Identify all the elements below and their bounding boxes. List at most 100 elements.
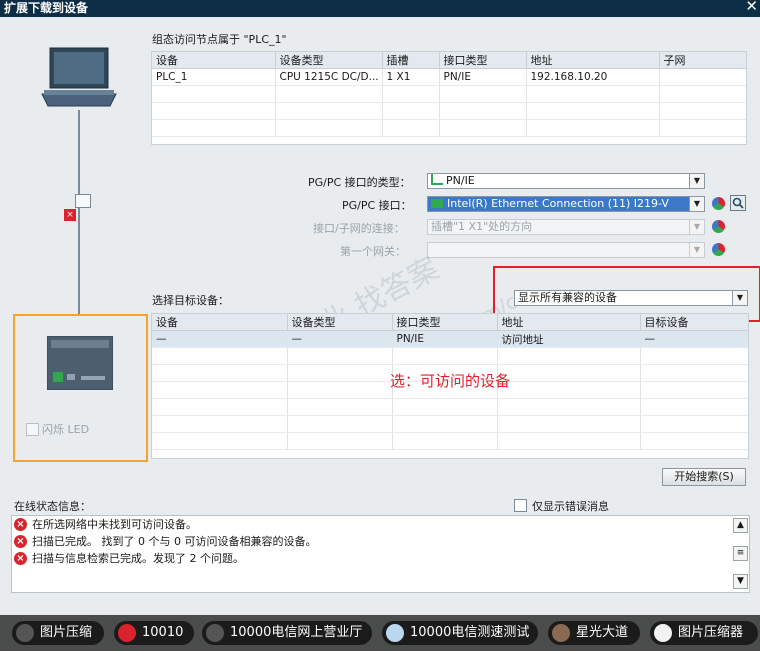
flash-led-checkbox[interactable]	[26, 423, 39, 436]
chevron-down-icon[interactable]: ▼	[732, 291, 747, 305]
subnet-conn-value: 插槽"1 X1"处的方向	[431, 220, 533, 233]
flash-led-label: 闪烁 LED	[42, 423, 90, 436]
scroll-up-icon[interactable]: ▲	[733, 518, 748, 533]
table-cell: CPU 1215C DC/D...	[275, 68, 383, 86]
access-nodes-caption: 组态访问节点属于 "PLC_1"	[152, 33, 287, 46]
table-row	[152, 85, 746, 103]
gateway-select[interactable]: ▼	[427, 242, 705, 258]
image-compress-icon	[16, 624, 34, 642]
column-header: 设备	[152, 314, 288, 331]
table-cell	[659, 68, 746, 86]
table-row	[152, 398, 748, 416]
annotation-text: 选：可访问的设备	[390, 372, 511, 390]
column-header: 子网	[659, 52, 746, 69]
taskbar-item[interactable]: 星光大道	[548, 621, 640, 645]
image-compressor-icon	[654, 624, 672, 642]
properties-icon[interactable]	[712, 197, 725, 210]
table-cell: —	[152, 330, 288, 348]
network-line	[78, 110, 80, 315]
table-row	[152, 415, 748, 433]
table-cell: 1 X1	[382, 68, 440, 86]
table-cell: —	[287, 330, 393, 348]
table-cell: 访问地址	[497, 330, 641, 348]
only-errors-label: 仅显示错误消息	[532, 500, 609, 513]
taskbar-item[interactable]: 10000电信测速测试	[382, 621, 538, 645]
device-filter-value: 显示所有兼容的设备	[518, 291, 617, 304]
table-header-row: 设备 设备类型 插槽 接口类型 地址 子网	[152, 52, 746, 69]
target-device-label: 选择目标设备：	[152, 294, 229, 307]
chevron-down-icon[interactable]: ▼	[689, 197, 704, 211]
table-cell: PLC_1	[152, 68, 276, 86]
taskbar-item[interactable]: 图片压缩	[12, 621, 104, 645]
taskbar-item[interactable]: 10000电信网上营业厅	[202, 621, 372, 645]
scroll-down-icon[interactable]: ▼	[733, 574, 748, 589]
list-item: × 扫描与信息检索已完成。发现了 2 个问题。	[12, 550, 749, 567]
window-title: 扩展下载到设备	[4, 1, 89, 15]
subnet-conn-label: 接口/子网的连接：	[313, 222, 405, 235]
plc-device-icon	[46, 335, 114, 391]
target-device-panel: 闪烁 LED	[13, 314, 148, 462]
column-header: 设备类型	[287, 314, 393, 331]
properties-icon[interactable]	[712, 220, 725, 233]
column-header: 插槽	[382, 52, 440, 69]
column-header: 地址	[526, 52, 660, 69]
pgpc-iface-label: PG/PC 接口：	[342, 199, 412, 212]
speedtest-icon	[386, 624, 404, 642]
pgpc-iface-select[interactable]: Intel(R) Ethernet Connection (11) I219-V…	[427, 196, 705, 212]
pg-laptop-icon	[40, 46, 118, 110]
network-icon	[431, 174, 443, 185]
column-header: 接口类型	[392, 314, 498, 331]
status-label: 在线状态信息：	[14, 500, 91, 513]
start-search-button[interactable]: 开始搜索(S)	[662, 468, 746, 486]
only-errors-checkbox[interactable]	[514, 499, 527, 512]
video-icon	[552, 624, 570, 642]
column-header: 设备	[152, 52, 276, 69]
pgpc-type-select[interactable]: PN/IE ▼	[427, 173, 705, 189]
column-header: 目标设备	[640, 314, 748, 331]
port-icon	[75, 194, 91, 208]
connection-error-icon: ×	[64, 209, 76, 221]
table-row[interactable]: — — PN/IE 访问地址 —	[152, 330, 748, 348]
status-log: × 在所选网络中未找到可访问设备。 × 扫描已完成。 找到了 0 个与 0 可访问设…	[11, 515, 750, 593]
taskbar-item[interactable]: 10010	[114, 621, 194, 645]
table-cell: PN/IE	[439, 68, 527, 86]
gateway-label: 第一个网关：	[340, 245, 406, 258]
table-cell: PN/IE	[392, 330, 498, 348]
pgpc-iface-value: Intel(R) Ethernet Connection (11) I219-V	[447, 197, 669, 210]
search-icon[interactable]	[730, 195, 746, 211]
unicom-icon	[118, 624, 136, 642]
telecom-icon	[206, 624, 224, 642]
chevron-down-icon[interactable]: ▼	[689, 174, 704, 188]
table-row	[152, 119, 746, 137]
table-cell: 192.168.10.20	[526, 68, 660, 86]
scroll-menu-icon[interactable]: ≡	[733, 546, 748, 561]
taskbar: 图片压缩 10010 10000电信网上营业厅 10000电信测速测试 星光大道…	[0, 615, 760, 651]
table-row	[152, 102, 746, 120]
title-bar: 扩展下载到设备 ✕	[0, 0, 760, 17]
taskbar-item[interactable]: 图片压缩器	[650, 621, 758, 645]
chevron-down-icon[interactable]: ▼	[689, 243, 704, 257]
table-row[interactable]: PLC_1 CPU 1215C DC/D... 1 X1 PN/IE 192.1…	[152, 68, 746, 86]
device-filter-select[interactable]: 显示所有兼容的设备 ▼	[514, 290, 748, 306]
column-header: 接口类型	[439, 52, 527, 69]
error-icon: ×	[14, 518, 27, 531]
table-row	[152, 347, 748, 365]
properties-icon[interactable]	[712, 243, 725, 256]
subnet-conn-select[interactable]: 插槽"1 X1"处的方向 ▼	[427, 219, 705, 235]
pgpc-type-value: PN/IE	[446, 174, 475, 187]
chevron-down-icon[interactable]: ▼	[689, 220, 704, 234]
error-icon: ×	[14, 552, 27, 565]
access-nodes-table: 设备 设备类型 插槽 接口类型 地址 子网 PLC_1 CPU 1215C DC…	[152, 52, 746, 137]
close-icon[interactable]: ✕	[745, 0, 758, 15]
access-nodes-table-wrap: 设备 设备类型 插槽 接口类型 地址 子网 PLC_1 CPU 1215C DC…	[151, 51, 747, 145]
list-item: × 扫描已完成。 找到了 0 个与 0 可访问设备相兼容的设备。	[12, 533, 749, 550]
network-card-icon	[431, 199, 443, 208]
column-header: 设备类型	[275, 52, 383, 69]
pgpc-type-label: PG/PC 接口的类型：	[308, 176, 411, 189]
table-row	[152, 432, 748, 450]
error-icon: ×	[14, 535, 27, 548]
table-cell: —	[640, 330, 748, 348]
column-header: 地址	[497, 314, 641, 331]
list-item: × 在所选网络中未找到可访问设备。	[12, 516, 749, 533]
table-header-row: 设备 设备类型 接口类型 地址 目标设备	[152, 314, 748, 331]
